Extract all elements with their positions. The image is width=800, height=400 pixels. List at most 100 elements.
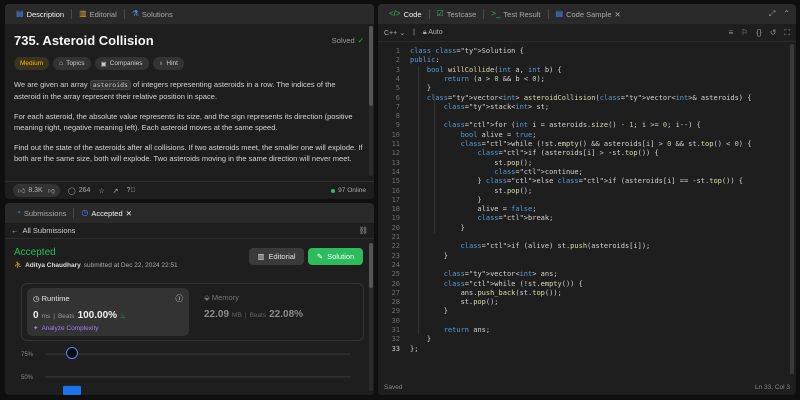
dislike-button[interactable]: 👎︎ xyxy=(48,186,55,195)
info-icon[interactable]: ⓘ xyxy=(176,293,184,304)
maximize-icon[interactable]: ⤢ xyxy=(769,9,775,19)
tab-divider xyxy=(483,9,485,19)
submission-scrollbar[interactable] xyxy=(369,243,373,391)
share-button[interactable]: ↗ xyxy=(113,187,119,195)
line-number: 2 xyxy=(395,56,400,65)
collapse-icon[interactable]: ⌃ xyxy=(783,9,790,19)
code-line[interactable]: } xyxy=(410,84,431,92)
distribution-bar[interactable] xyxy=(63,385,81,395)
close-icon[interactable]: ✕ xyxy=(126,209,132,218)
code-line[interactable]: class="ty">vector<int> ans; xyxy=(410,270,558,278)
code-line[interactable]: class="ctl">if (asteroids[i] > -st.top()… xyxy=(410,149,658,157)
tab-code-sample[interactable]: ▤ Code Sample ✕ xyxy=(551,4,626,24)
link-icon[interactable]: ⛓ xyxy=(358,226,368,235)
tab-divider xyxy=(547,9,549,19)
tab-solutions[interactable]: ⚗ Solutions xyxy=(127,4,178,24)
edit-icon: ✎ xyxy=(316,252,324,261)
format-icon[interactable]: ≡ xyxy=(729,28,734,38)
code-line[interactable]: public: xyxy=(410,56,440,64)
tab-code[interactable]: </> Code xyxy=(384,4,427,24)
code-line[interactable]: bool willCollide(int a, int b) { xyxy=(410,66,562,74)
tab-editorial[interactable]: ▥ Editorial xyxy=(74,4,122,24)
runtime-label: Runtime xyxy=(41,294,70,303)
code-line[interactable]: class="ctl">while (!st.empty()) { xyxy=(410,280,583,288)
code-line[interactable]: class class="ty">Solution { xyxy=(410,47,524,55)
all-submissions-link[interactable]: All Submissions xyxy=(23,226,76,235)
favorite-button[interactable]: ☆ xyxy=(98,187,104,195)
topics-chip[interactable]: ⌂ Topics xyxy=(53,57,91,70)
tab-testcase[interactable]: ☑ Testcase xyxy=(432,4,482,24)
companies-chip[interactable]: ▣ Companies xyxy=(94,57,149,70)
code-line[interactable]: } xyxy=(410,307,448,315)
tab-test-result[interactable]: >_ Test Result xyxy=(486,4,545,24)
like-button[interactable]: 👍︎ 8.3K xyxy=(18,186,43,195)
line-number: 13 xyxy=(391,158,400,167)
indent-guide xyxy=(418,65,419,336)
online-label: 97 Online xyxy=(338,187,366,194)
tab-solutions-label: Solutions xyxy=(141,9,173,19)
code-line[interactable]: class="ctl">if (alive) st.push(asteroids… xyxy=(410,242,651,250)
chip-icon: ⬙ xyxy=(204,293,210,302)
code-line[interactable]: } xyxy=(410,196,481,204)
code-line[interactable]: } class="ctl">else class="ctl">if (aster… xyxy=(410,177,743,185)
problem-tags: Medium ⌂ Topics ▣ Companies ♁ Hint xyxy=(14,57,364,70)
tab-submissions[interactable]: ◔ Submissions xyxy=(11,203,71,223)
code-line[interactable]: class="ty">vector<int> asteroidCollision… xyxy=(410,94,752,102)
code-line[interactable]: class="ty">stack<int> st; xyxy=(410,103,549,111)
editor-scrollbar[interactable] xyxy=(790,44,794,374)
beats-divider: | xyxy=(53,313,55,320)
online-count: 97 Online xyxy=(331,187,366,194)
code-editor[interactable]: 1 class class="ty">Solution {2 public: 3 bo… xyxy=(378,44,790,372)
thumbs-down-icon: 👎︎ xyxy=(47,188,55,195)
code-line[interactable]: st.pop(); xyxy=(410,298,499,306)
tab-divider: | xyxy=(413,29,415,36)
hint-chip[interactable]: ♁ Hint xyxy=(152,57,184,70)
submission-scroll-thumb[interactable] xyxy=(369,243,373,288)
author-name[interactable]: Aditya Chaudhary xyxy=(25,262,81,269)
runtime-card[interactable]: ◷ Runtime ⓘ 0 ms | Beats 100.00% ♨ ✦ Anal… xyxy=(27,288,189,336)
memory-label: Memory xyxy=(211,293,239,302)
line-number: 3 xyxy=(395,65,400,74)
bookmark-icon[interactable]: ⚐ xyxy=(741,28,748,38)
title-row: 735. Asteroid Collision Solved ✓ xyxy=(14,33,364,48)
solution-button[interactable]: ✎ Solution xyxy=(308,248,363,265)
tab-accepted[interactable]: ◷ Accepted ✕ xyxy=(76,203,137,223)
editor-scroll-thumb[interactable] xyxy=(790,44,794,374)
close-icon[interactable]: ✕ xyxy=(615,10,621,19)
code-line[interactable]: return (a > 0 && b < 0); xyxy=(410,75,545,83)
code-line[interactable]: ans.push_back(st.top()); xyxy=(410,289,562,297)
description-scrollbar[interactable] xyxy=(369,26,373,176)
editorial-button[interactable]: ▥ Editorial xyxy=(249,248,304,265)
description-scroll-thumb[interactable] xyxy=(369,26,373,106)
code-line[interactable]: class="ctl">continue; xyxy=(410,168,583,176)
tab-code-label: Code xyxy=(403,9,422,19)
fullscreen-icon[interactable]: ⛶ xyxy=(784,28,790,38)
line-number: 4 xyxy=(395,74,400,83)
code-line[interactable]: }; xyxy=(410,345,418,353)
code-line[interactable]: } xyxy=(410,252,448,260)
analyze-complexity-link[interactable]: ✦ Analyze Complexity xyxy=(33,324,183,333)
solved-label: Solved xyxy=(331,36,355,45)
back-arrow-icon[interactable]: ← xyxy=(11,226,19,235)
code-line[interactable]: class="ctl">while (!st.empty() && astero… xyxy=(410,140,752,148)
reset-icon[interactable]: ↺ xyxy=(770,28,777,38)
code-line[interactable]: return ans; xyxy=(410,326,490,334)
braces-icon[interactable]: {} xyxy=(756,28,761,38)
code-line[interactable]: } xyxy=(410,335,431,343)
help-button[interactable]: ?⃝ xyxy=(127,187,136,194)
code-line[interactable]: st.pop(); xyxy=(410,159,532,167)
code-line[interactable]: bool alive = true; xyxy=(410,131,537,139)
language-selector[interactable]: C++ ⌄ xyxy=(384,29,405,37)
memory-card[interactable]: ⬙ Memory 22.09 MB | Beats 22.08% xyxy=(204,293,303,320)
line-number: 10 xyxy=(391,130,400,139)
code-line[interactable]: class="ctl">break; xyxy=(410,214,553,222)
autocomplete-mode[interactable]: 🔒︎ Auto xyxy=(423,29,443,37)
line-number: 28 xyxy=(391,298,400,307)
code-line[interactable]: st.pop(); xyxy=(410,187,532,195)
code-line[interactable]: class="ctl">for (int i = asteroids.size(… xyxy=(410,121,701,129)
code-line[interactable]: alive = false; xyxy=(410,205,536,213)
user-marker-avatar xyxy=(66,347,78,359)
line-number: 12 xyxy=(391,149,400,158)
tab-description[interactable]: ▤ Description xyxy=(11,4,69,24)
comments-button[interactable]: ◯ 264 xyxy=(68,187,91,195)
